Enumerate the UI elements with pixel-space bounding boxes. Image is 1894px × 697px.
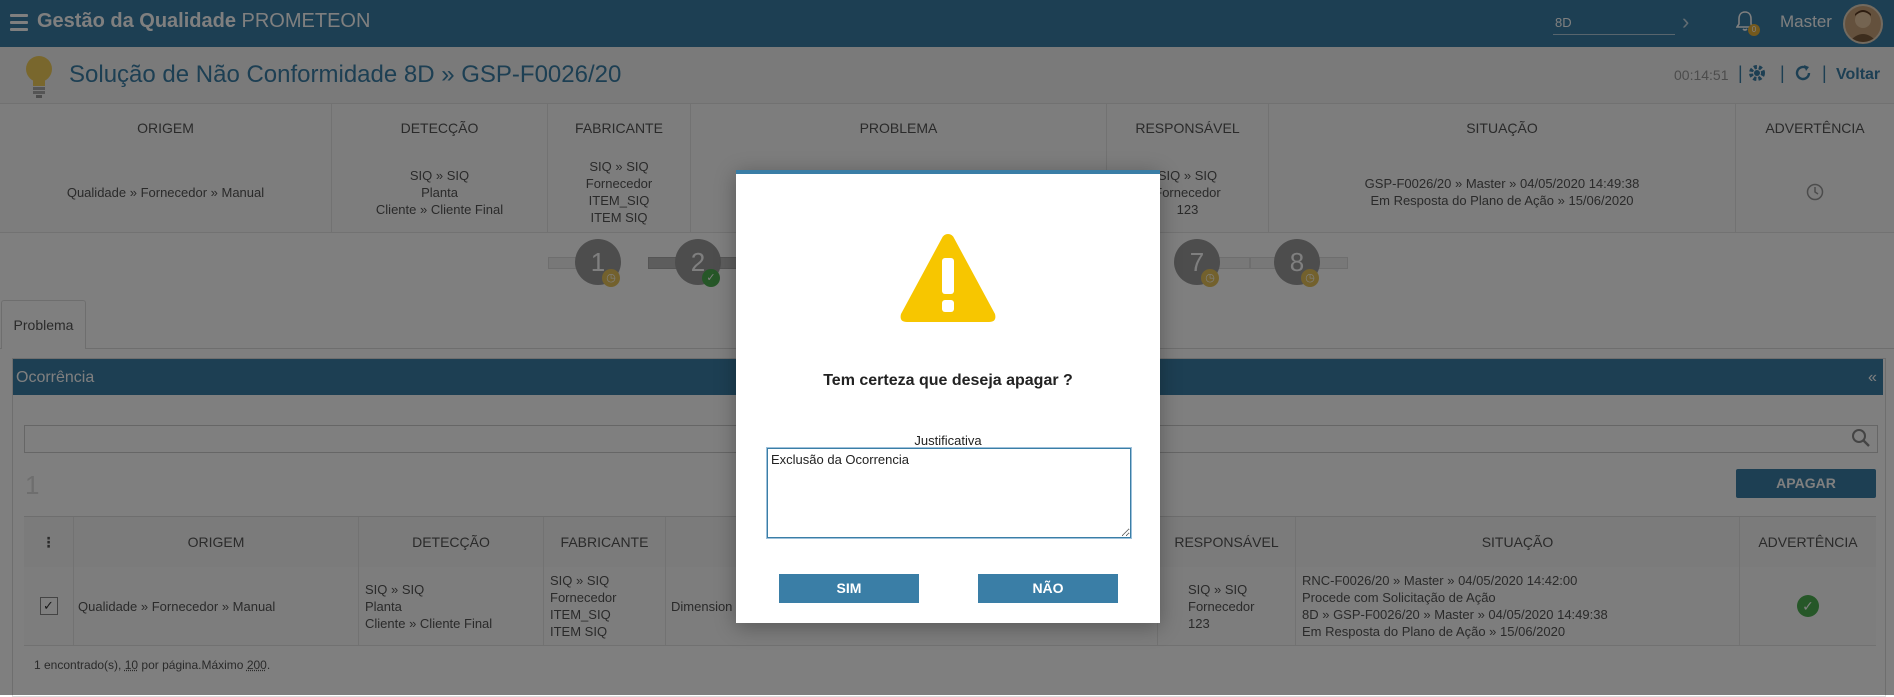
justificativa-label: Justificativa [736,433,1160,448]
confirm-question: Tem certeza que deseja apagar ? [736,372,1160,390]
yes-button[interactable]: SIM [779,574,919,603]
justificativa-field[interactable]: Exclusão da Ocorrencia [767,448,1131,538]
no-button[interactable]: NÃO [978,574,1118,603]
warning-icon [897,230,999,326]
